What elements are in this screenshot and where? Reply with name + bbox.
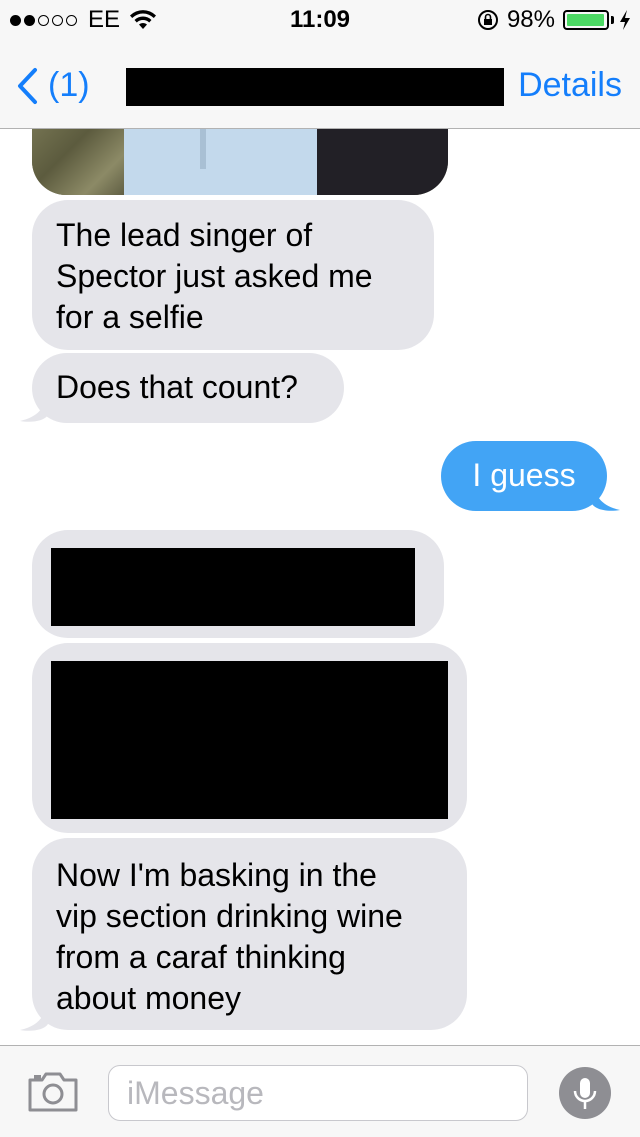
back-unread-count: (1) [48,66,90,104]
message-text: The lead singer of Spector just asked me… [56,217,373,335]
message-text: I guess [472,457,576,493]
battery-level-fill [567,14,605,26]
status-bar: EE 11:09 98% [0,0,640,40]
bubble-tail-sent [592,482,620,511]
photo-dark-area [317,129,448,195]
navigation-bar: (1) Details [0,40,640,129]
microphone-button[interactable] [559,1067,611,1119]
rotation-lock-icon [477,10,498,30]
battery-nub [611,16,614,24]
photo-message[interactable] [32,129,448,195]
received-message-bubble[interactable]: Now I'm basking in the vip section drink… [32,838,467,1030]
message-thread[interactable]: The lead singer of Spector just asked me… [0,129,640,1045]
received-message-bubble[interactable] [32,643,467,833]
photo-jeans-seam [200,129,206,169]
bubble-tail-received [20,1002,48,1031]
charging-bolt-icon [620,10,630,30]
imessage-input[interactable] [108,1065,528,1121]
message-input-bar [0,1045,640,1137]
message-text: Does that count? [56,369,298,405]
camera-icon[interactable] [28,1070,78,1112]
received-message-bubble[interactable]: The lead singer of Spector just asked me… [32,200,434,350]
battery-percentage: 98% [506,6,555,33]
chevron-left-icon [18,67,37,104]
redacted-message-content [51,661,448,819]
microphone-icon [573,1078,597,1109]
battery-icon [563,10,609,30]
sent-message-bubble[interactable]: I guess [441,441,607,511]
received-message-bubble[interactable]: Does that count? [32,353,344,423]
contact-name-redacted [126,68,504,106]
received-message-bubble[interactable] [32,530,444,638]
status-right: 98% [477,6,632,34]
message-text: Now I'm basking in the vip section drink… [56,857,403,1016]
photo-jeans-area [124,129,324,195]
details-button[interactable]: Details [518,66,622,105]
back-button[interactable]: (1) [16,66,90,105]
redacted-message-content [51,548,415,626]
